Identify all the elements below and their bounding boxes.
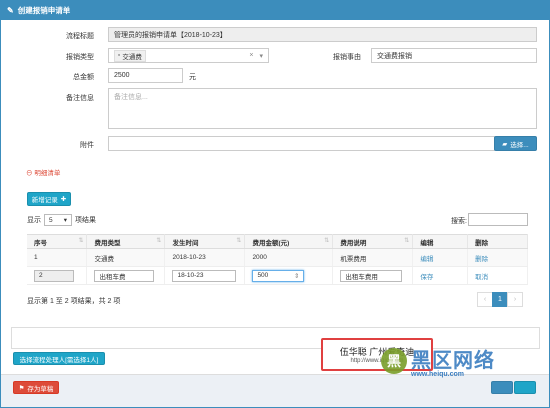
detail-table: 序号 费用类型 发生时间 费用金额(元) 费用说明 编辑 删除 1 交通费 20…	[27, 234, 528, 285]
delete-link[interactable]: 删除	[475, 256, 488, 263]
footer-bar	[1, 374, 549, 407]
col-header-date[interactable]: 发生时间	[164, 234, 246, 249]
process-title-label: 流程标题	[66, 33, 94, 40]
minus-circle-icon: ⊖	[26, 170, 33, 177]
save-draft-button[interactable]: ⚑ 存为草稿	[13, 381, 59, 394]
puzzle-icon: ✎	[7, 6, 14, 15]
expense-type-select[interactable]: ▫ 交通费 × ▾	[108, 48, 269, 63]
total-amount-field[interactable]: 2500	[108, 68, 183, 83]
attachment-label: 附件	[80, 142, 94, 149]
save-link[interactable]: 保存	[420, 274, 433, 281]
cell-date: 2018-10-23	[164, 248, 246, 267]
table-row-editing: 2 出租车费 18-10-23 500 ⇕ 出租车费用 保存 取消	[27, 266, 528, 285]
cell-no: 1	[27, 248, 88, 267]
logo-text: 黑区网络	[411, 348, 495, 372]
pagination: ‹ 1 ›	[477, 292, 523, 307]
cell-desc-input[interactable]: 出租车费用	[340, 269, 403, 282]
add-record-button[interactable]: 新增记录 ✚	[27, 192, 71, 206]
cell-desc: 机票费用	[332, 248, 414, 267]
detail-section-title: ⊖ 明细清单	[26, 170, 61, 177]
col-header-edit: 编辑	[412, 234, 469, 249]
attachment-field[interactable]	[108, 136, 495, 151]
total-label: 总金额	[73, 74, 94, 81]
prev-page-button[interactable]: ‹	[477, 292, 493, 307]
close-button[interactable]	[514, 381, 536, 394]
search-label: 搜索:	[451, 218, 467, 225]
document-icon: ▫	[118, 52, 121, 59]
page-1-button[interactable]: 1	[492, 292, 508, 307]
cell-date-input[interactable]: 18-10-23	[172, 269, 237, 282]
select-handler-button[interactable]: 选择流程处理人[需选择1人]	[13, 352, 105, 365]
title-bar: ✎ 创建报销申请单	[1, 1, 549, 20]
col-header-no[interactable]: 序号	[27, 234, 88, 249]
table-summary: 显示第 1 至 2 项结果，共 2 项	[27, 298, 121, 305]
expense-type-tag[interactable]: ▫ 交通费	[114, 49, 146, 62]
next-page-button[interactable]: ›	[507, 292, 523, 307]
total-unit: 元	[189, 74, 196, 81]
site-logo: 黑 黑区网络 www.heiqu.com	[381, 344, 495, 378]
process-title-field[interactable]: 管理员的报销申请单【2018-10-23】	[108, 27, 537, 42]
expense-reason-label: 报销事由	[333, 54, 361, 61]
plus-icon: ✚	[60, 196, 67, 203]
cell-type: 交通费	[86, 248, 166, 267]
expense-reason-field[interactable]: 交通费报销	[371, 48, 537, 63]
cell-amount-input[interactable]: 500 ⇕	[252, 269, 305, 282]
cell-type-input[interactable]: 出租车费	[94, 269, 155, 282]
edit-link[interactable]: 编辑	[420, 256, 433, 263]
caret-down-icon[interactable]: ▾	[259, 52, 263, 60]
search-input[interactable]	[468, 213, 528, 226]
clear-icon[interactable]: ×	[249, 52, 253, 60]
submit-button[interactable]	[491, 381, 513, 394]
cell-no-input[interactable]: 2	[34, 269, 74, 282]
remark-textarea[interactable]: 备注信息...	[108, 88, 537, 129]
col-header-delete: 删除	[467, 234, 528, 249]
folder-icon: ▰	[502, 140, 508, 148]
col-header-amount[interactable]: 费用金额(元)	[244, 234, 334, 249]
col-header-desc[interactable]: 费用说明	[332, 234, 414, 249]
dialog-window: ✎ 创建报销申请单 流程标题 管理员的报销申请单【2018-10-23】 报销类…	[0, 0, 550, 408]
table-row: 1 交通费 2018-10-23 2000 机票费用 编辑 删除	[27, 248, 528, 267]
select-file-button[interactable]: ▰ 选择...	[494, 136, 537, 151]
caret-down-icon: ▾	[63, 217, 67, 224]
page-size-select[interactable]: 5 ▾	[44, 214, 72, 226]
page-size-control: 显示 5 ▾ 项结果	[27, 214, 96, 226]
logo-mark-icon: 黑	[381, 348, 407, 374]
spinner-icon[interactable]: ⇕	[294, 272, 299, 280]
window-title: 创建报销申请单	[17, 6, 71, 15]
col-header-type[interactable]: 费用类型	[86, 234, 166, 249]
flag-icon: ⚑	[18, 384, 25, 392]
expense-type-label: 报销类型	[66, 54, 94, 61]
remark-label: 备注信息	[66, 95, 94, 102]
cancel-link[interactable]: 取消	[475, 274, 488, 281]
cell-amount: 2000	[244, 248, 334, 267]
